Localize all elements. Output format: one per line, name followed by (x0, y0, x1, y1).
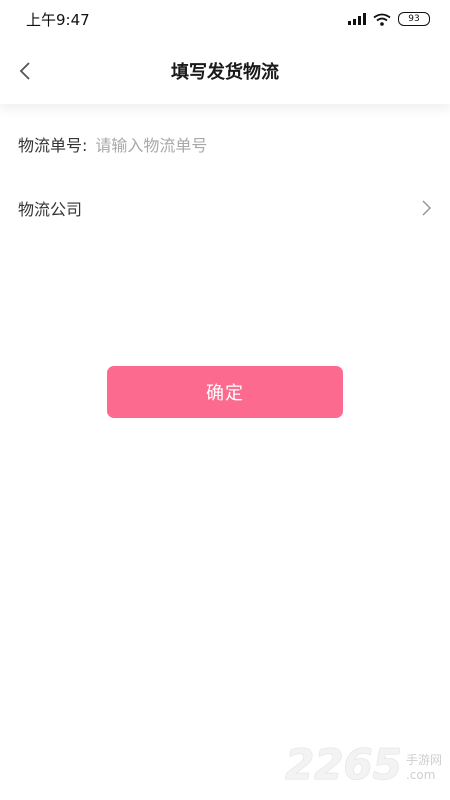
wifi-icon (373, 13, 391, 26)
logistics-company-label: 物流公司 (18, 200, 83, 219)
page-title: 填写发货物流 (171, 62, 279, 83)
tracking-number-row[interactable]: 物流单号: 请输入物流单号 (0, 119, 450, 169)
signal-icon (348, 13, 366, 25)
watermark-domain: .com (405, 767, 436, 782)
status-bar: 上午9:47 93 (0, 0, 450, 38)
tracking-number-input[interactable]: 请输入物流单号 (95, 132, 207, 156)
nav-bar: 填写发货物流 (0, 38, 450, 104)
logistics-company-row[interactable]: 物流公司 (0, 183, 450, 233)
status-icons: 93 (348, 12, 430, 26)
battery-icon: 93 (398, 12, 430, 26)
tracking-number-label: 物流单号: (18, 136, 88, 155)
status-time: 上午9:47 (26, 10, 90, 29)
chevron-right-icon (422, 200, 432, 216)
confirm-button[interactable]: 确定 (107, 366, 343, 418)
watermark-site-name: 手游网 (405, 753, 442, 768)
watermark-number: 2265 (285, 740, 402, 789)
watermark-logo: 2265 手游网 .com (285, 744, 442, 786)
watermark-text: 手游网 .com (406, 753, 442, 786)
back-arrow-icon[interactable] (14, 59, 38, 83)
